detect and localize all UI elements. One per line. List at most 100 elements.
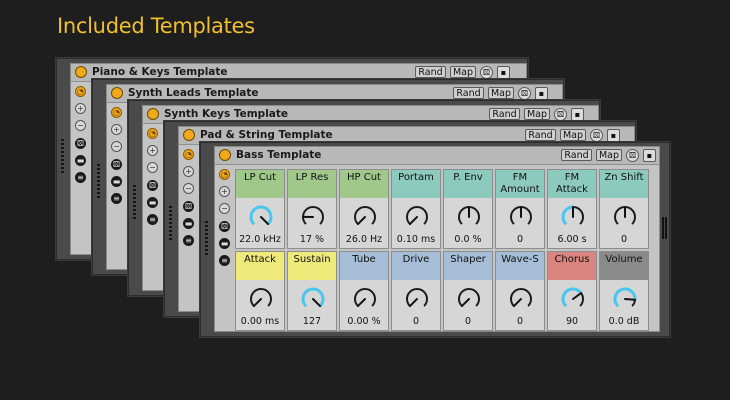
minus-icon[interactable]: − — [147, 162, 158, 173]
device-title: Pad & String Template — [200, 129, 333, 141]
plus-icon[interactable]: + — [147, 145, 158, 156]
dice-icon[interactable]: ⚄ — [518, 87, 531, 100]
minus-icon[interactable]: − — [111, 141, 122, 152]
power-icon[interactable] — [183, 129, 195, 141]
dice-icon[interactable]: ⚄ — [111, 159, 122, 170]
macro-icon[interactable]: ◔ — [111, 107, 122, 118]
knob-dial[interactable] — [300, 286, 326, 312]
list-icon[interactable]: ≡ — [111, 193, 122, 204]
save-icon[interactable]: ▪ — [571, 108, 584, 121]
variation-icon[interactable]: ▬ — [75, 155, 86, 166]
save-icon[interactable]: ▪ — [535, 87, 548, 100]
macro-knob[interactable]: LP Cut 22.0 kHz — [235, 169, 285, 249]
rack-grip[interactable] — [133, 185, 136, 219]
knob-dial[interactable] — [404, 286, 430, 312]
knob-dial[interactable] — [612, 204, 638, 230]
power-icon[interactable] — [75, 66, 87, 78]
macro-icon[interactable]: ◔ — [219, 169, 230, 180]
knob-dial[interactable] — [404, 204, 430, 230]
dice-icon[interactable]: ⚄ — [183, 201, 194, 212]
macro-knob[interactable]: FM Amount 0 — [495, 169, 545, 249]
rand-button[interactable]: Rand — [415, 66, 446, 78]
macro-knob[interactable]: Chorus 90 — [547, 251, 597, 331]
knob-dial[interactable] — [456, 204, 482, 230]
rand-button[interactable]: Rand — [489, 108, 520, 120]
macro-knob[interactable]: Drive 0 — [391, 251, 441, 331]
map-button[interactable]: Map — [560, 129, 586, 141]
list-icon[interactable]: ≡ — [147, 214, 158, 225]
macro-icon[interactable]: ◔ — [183, 149, 194, 160]
rack-grip[interactable] — [61, 139, 64, 173]
knob-dial[interactable] — [248, 286, 274, 312]
save-icon[interactable]: ▪ — [643, 149, 656, 162]
save-icon[interactable]: ▪ — [497, 66, 510, 79]
dice-icon[interactable]: ⚄ — [219, 221, 230, 232]
macro-knob[interactable]: Attack 0.00 ms — [235, 251, 285, 331]
knob-dial[interactable] — [300, 204, 326, 230]
macro-label: Chorus — [548, 252, 596, 280]
knob-pointer — [572, 292, 583, 300]
variation-icon[interactable]: ▬ — [183, 218, 194, 229]
map-button[interactable]: Map — [596, 149, 622, 161]
rand-button[interactable]: Rand — [453, 87, 484, 99]
macro-knob[interactable]: Shaper 0 — [443, 251, 493, 331]
plus-icon[interactable]: + — [75, 103, 86, 114]
rack-grip[interactable] — [169, 206, 172, 240]
rand-button[interactable]: Rand — [525, 129, 556, 141]
minus-icon[interactable]: − — [183, 183, 194, 194]
map-button[interactable]: Map — [488, 87, 514, 99]
knob-dial[interactable] — [560, 286, 586, 312]
dice-icon[interactable]: ⚄ — [75, 138, 86, 149]
save-icon[interactable]: ▪ — [607, 129, 620, 142]
macro-icon[interactable]: ◔ — [75, 86, 86, 97]
macro-knob[interactable]: Volume 0.0 dB — [599, 251, 649, 331]
minus-icon[interactable]: − — [75, 120, 86, 131]
scroll-handle[interactable] — [662, 217, 667, 239]
map-button[interactable]: Map — [450, 66, 476, 78]
plus-icon[interactable]: + — [183, 166, 194, 177]
plus-icon[interactable]: + — [219, 186, 230, 197]
list-icon[interactable]: ≡ — [183, 235, 194, 246]
knob-dial[interactable] — [612, 286, 638, 312]
knob-dial[interactable] — [508, 204, 534, 230]
macro-knob[interactable]: LP Res 17 % — [287, 169, 337, 249]
macro-knob[interactable]: Tube 0.00 % — [339, 251, 389, 331]
variation-icon[interactable]: ▬ — [111, 176, 122, 187]
macro-knob[interactable]: Wave-S 0 — [495, 251, 545, 331]
power-icon[interactable] — [147, 108, 159, 120]
dice-icon[interactable]: ⚄ — [590, 129, 603, 142]
macro-value: 0 — [620, 234, 628, 245]
power-icon[interactable] — [219, 149, 231, 161]
dice-icon[interactable]: ⚄ — [147, 180, 158, 191]
list-icon[interactable]: ≡ — [219, 255, 230, 266]
map-button[interactable]: Map — [524, 108, 550, 120]
plus-icon[interactable]: + — [111, 124, 122, 135]
macro-knob[interactable]: Sustain 127 — [287, 251, 337, 331]
macro-value: 0 — [412, 316, 420, 327]
macro-knob[interactable]: HP Cut 26.0 Hz — [339, 169, 389, 249]
knob-dial[interactable] — [352, 204, 378, 230]
macro-value: 0 — [516, 234, 524, 245]
knob-dial[interactable] — [456, 286, 482, 312]
rack-grip[interactable] — [205, 221, 208, 255]
rand-button[interactable]: Rand — [561, 149, 592, 161]
list-icon[interactable]: ≡ — [75, 172, 86, 183]
knob-dial[interactable] — [508, 286, 534, 312]
power-icon[interactable] — [111, 87, 123, 99]
dice-icon[interactable]: ⚄ — [480, 66, 493, 79]
knob-dial[interactable] — [352, 286, 378, 312]
macro-label: Drive — [392, 252, 440, 280]
variation-icon[interactable]: ▬ — [147, 197, 158, 208]
rack-grip[interactable] — [97, 164, 100, 198]
macro-knob[interactable]: FM Attack 6.00 s — [547, 169, 597, 249]
dice-icon[interactable]: ⚄ — [626, 149, 639, 162]
macro-knob[interactable]: Portam 0.10 ms — [391, 169, 441, 249]
knob-dial[interactable] — [248, 204, 274, 230]
dice-icon[interactable]: ⚄ — [554, 108, 567, 121]
macro-knob[interactable]: P. Env 0.0 % — [443, 169, 493, 249]
knob-dial[interactable] — [560, 204, 586, 230]
macro-knob[interactable]: Zn Shift 0 — [599, 169, 649, 249]
macro-icon[interactable]: ◔ — [147, 128, 158, 139]
variation-icon[interactable]: ▬ — [219, 238, 230, 249]
minus-icon[interactable]: − — [219, 203, 230, 214]
